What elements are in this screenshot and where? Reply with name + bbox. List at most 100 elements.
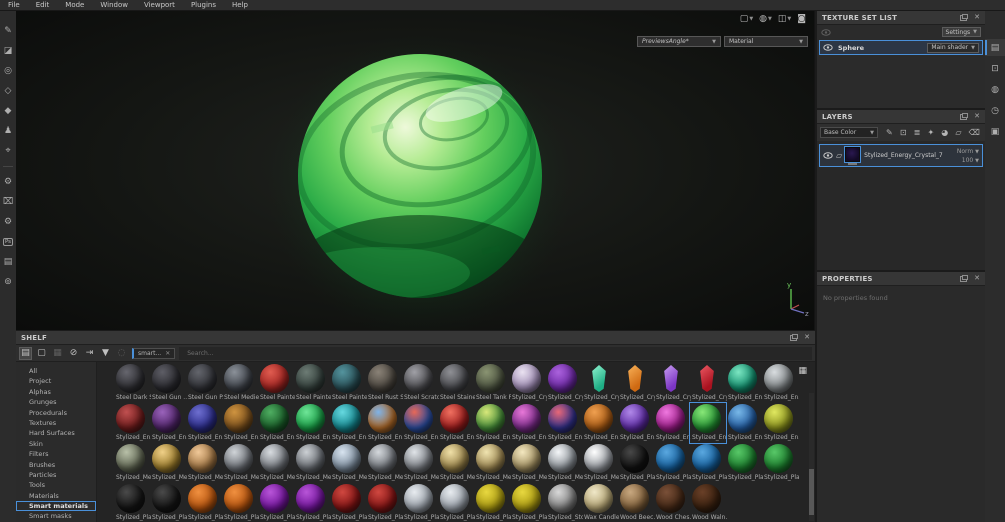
undock-icon[interactable] bbox=[960, 15, 967, 21]
material-item[interactable]: Stylized_En... bbox=[186, 403, 222, 443]
projection-tool-icon[interactable]: ◎ bbox=[0, 61, 16, 81]
category-particles[interactable]: Particles bbox=[16, 470, 96, 480]
close-icon[interactable]: ✕ bbox=[804, 334, 810, 341]
material-item[interactable]: Stylized_En... bbox=[114, 403, 150, 443]
search-input[interactable]: Search... bbox=[179, 347, 812, 360]
menu-help[interactable]: Help bbox=[224, 0, 256, 11]
material-item[interactable]: Stylized_Me... bbox=[222, 443, 258, 483]
texture-set-list-header[interactable]: TEXTURE SET LIST ✕ bbox=[817, 11, 985, 25]
settings-button[interactable]: Settings ▼ bbox=[942, 27, 981, 37]
material-item[interactable]: Stylized_Me... bbox=[294, 443, 330, 483]
scrollbar[interactable] bbox=[809, 393, 814, 521]
material-item[interactable]: Stylized_En... bbox=[762, 403, 798, 443]
category-smart-masks[interactable]: Smart masks bbox=[16, 511, 96, 521]
add-fill-layer-icon[interactable]: ⊡ bbox=[900, 128, 907, 137]
camera-settings-icon[interactable]: ◫▼ bbox=[778, 14, 791, 24]
material-item[interactable]: Steel Dark S... bbox=[114, 363, 150, 403]
material-item[interactable]: Stylized_Pla... bbox=[438, 483, 474, 522]
material-item[interactable]: Stylized_Me... bbox=[150, 443, 186, 483]
material-item[interactable]: Wood Waln... bbox=[690, 483, 726, 522]
material-item[interactable]: Stylized_Pla... bbox=[762, 443, 798, 483]
material-item[interactable]: Stylized_En... bbox=[546, 403, 582, 443]
material-item[interactable]: Stylized_Pla... bbox=[474, 483, 510, 522]
material-item[interactable]: Wax Candle bbox=[582, 483, 618, 522]
add-group-icon[interactable]: ≣ bbox=[914, 128, 921, 137]
menu-edit[interactable]: Edit bbox=[28, 0, 58, 11]
grid-view-icon[interactable]: ▦ bbox=[798, 366, 807, 376]
settings-gear-icon[interactable]: ⚙ bbox=[0, 172, 16, 192]
filter-icon[interactable]: ▼ bbox=[99, 347, 112, 360]
dock-environment-icon[interactable]: ◍ bbox=[985, 81, 1005, 98]
display-settings-icon[interactable]: ▢▼ bbox=[740, 14, 753, 24]
material-item[interactable]: Stylized_Cry... bbox=[582, 363, 618, 403]
category-procedurals[interactable]: Procedurals bbox=[16, 408, 96, 418]
scrollbar-thumb[interactable] bbox=[809, 469, 814, 515]
texture-set-row-sphere[interactable]: Sphere Main shader ▼ bbox=[819, 40, 983, 55]
add-mask-icon[interactable]: ◕ bbox=[941, 128, 948, 137]
material-item[interactable]: Stylized_Pla... bbox=[186, 483, 222, 522]
material-item[interactable]: Stylized_Pla... bbox=[402, 483, 438, 522]
material-item[interactable]: Stylized_Me... bbox=[510, 443, 546, 483]
add-paint-layer-icon[interactable]: ✎ bbox=[886, 128, 893, 137]
display-frame-icon[interactable]: ⌧ bbox=[0, 192, 16, 212]
material-item[interactable]: Stylized_Cry... bbox=[618, 363, 654, 403]
material-item[interactable]: Steel Scratc... bbox=[402, 363, 438, 403]
material-item[interactable]: Stylized_Pla... bbox=[366, 483, 402, 522]
material-item[interactable]: Stylized_En... bbox=[510, 403, 546, 443]
sphere-model[interactable] bbox=[16, 11, 815, 330]
material-item[interactable]: Stylized_En... bbox=[294, 403, 330, 443]
material-item[interactable]: Steel Painte... bbox=[294, 363, 330, 403]
export-resources-icon[interactable]: ⇥ bbox=[83, 347, 96, 360]
photoshop-icon[interactable]: Ps bbox=[0, 232, 16, 252]
opacity-dropdown[interactable]: 100 ▼ bbox=[962, 157, 979, 164]
material-item[interactable]: Steel Rust S... bbox=[366, 363, 402, 403]
add-folder-icon[interactable]: ▱ bbox=[955, 128, 961, 137]
material-item[interactable]: Steel Medie... bbox=[222, 363, 258, 403]
material-item[interactable]: Stylized_En... bbox=[366, 403, 402, 443]
close-icon[interactable]: ✕ bbox=[974, 275, 980, 282]
clone-tool-icon[interactable]: ♟ bbox=[0, 121, 16, 141]
material-item[interactable]: Stylized_Pla... bbox=[690, 443, 726, 483]
category-skin[interactable]: Skin bbox=[16, 439, 96, 449]
category-grunges[interactable]: Grunges bbox=[16, 397, 96, 407]
properties-header[interactable]: PROPERTIES ✕ bbox=[817, 272, 985, 286]
category-materials[interactable]: Materials bbox=[16, 491, 96, 501]
dock-history-icon[interactable]: ◷ bbox=[985, 102, 1005, 119]
material-item[interactable]: Stylized_Pla... bbox=[618, 443, 654, 483]
material-item[interactable]: Stylized_Me... bbox=[330, 443, 366, 483]
material-item[interactable]: Stylized_Pla... bbox=[150, 483, 186, 522]
document-icon[interactable]: ▤ bbox=[0, 252, 16, 272]
3d-viewport[interactable]: ▢▼◍▼◫▼◙ PreviewsAngle* ▼ Material ▼ y z bbox=[16, 11, 815, 330]
close-icon[interactable]: ✕ bbox=[974, 113, 980, 120]
material-item[interactable]: Stylized_En... bbox=[762, 363, 798, 403]
category-all[interactable]: All bbox=[16, 366, 96, 376]
new-resource-icon[interactable]: ▢ bbox=[35, 347, 48, 360]
category-smart-materials[interactable]: Smart materials bbox=[16, 501, 96, 511]
pending-icon[interactable]: ◌ bbox=[115, 347, 128, 360]
dock-texture-set-icon[interactable]: ▤ bbox=[985, 39, 1005, 56]
add-effect-icon[interactable]: ✦ bbox=[927, 128, 934, 137]
material-item[interactable]: Stylized_Me... bbox=[186, 443, 222, 483]
material-item[interactable]: Stylized_Cry... bbox=[510, 363, 546, 403]
shader-gear-icon[interactable]: ⚙ bbox=[0, 212, 16, 232]
open-folder-icon[interactable]: ▤ bbox=[19, 347, 32, 360]
category-hard-surfaces[interactable]: Hard Surfaces bbox=[16, 428, 96, 438]
eraser-tool-icon[interactable]: ◪ bbox=[0, 41, 16, 61]
material-item[interactable]: Stylized_En... bbox=[726, 403, 762, 443]
eye-icon[interactable] bbox=[821, 29, 831, 36]
category-filters[interactable]: Filters bbox=[16, 449, 96, 459]
material-item[interactable]: Stylized_En... bbox=[618, 403, 654, 443]
material-item[interactable]: Steel Stained bbox=[438, 363, 474, 403]
material-item[interactable]: Stylized_Pla... bbox=[330, 483, 366, 522]
material-item[interactable]: Stylized_En... bbox=[690, 403, 726, 443]
category-alphas[interactable]: Alphas bbox=[16, 387, 96, 397]
channel-dropdown[interactable]: Base Color ▼ bbox=[820, 127, 878, 138]
close-icon[interactable]: ✕ bbox=[974, 14, 980, 21]
material-item[interactable]: Wood Ches... bbox=[654, 483, 690, 522]
material-item[interactable]: Stylized_Me... bbox=[582, 443, 618, 483]
layer-row[interactable]: ▱ Stylized_Energy_Crystal_7 Norm ▼ 100 ▼ bbox=[819, 144, 983, 167]
environment-settings-icon[interactable]: ◍▼ bbox=[759, 14, 772, 24]
material-item[interactable]: Stylized_Me... bbox=[474, 443, 510, 483]
menu-plugins[interactable]: Plugins bbox=[183, 0, 224, 11]
screenshot-icon[interactable]: ◙ bbox=[797, 14, 806, 24]
